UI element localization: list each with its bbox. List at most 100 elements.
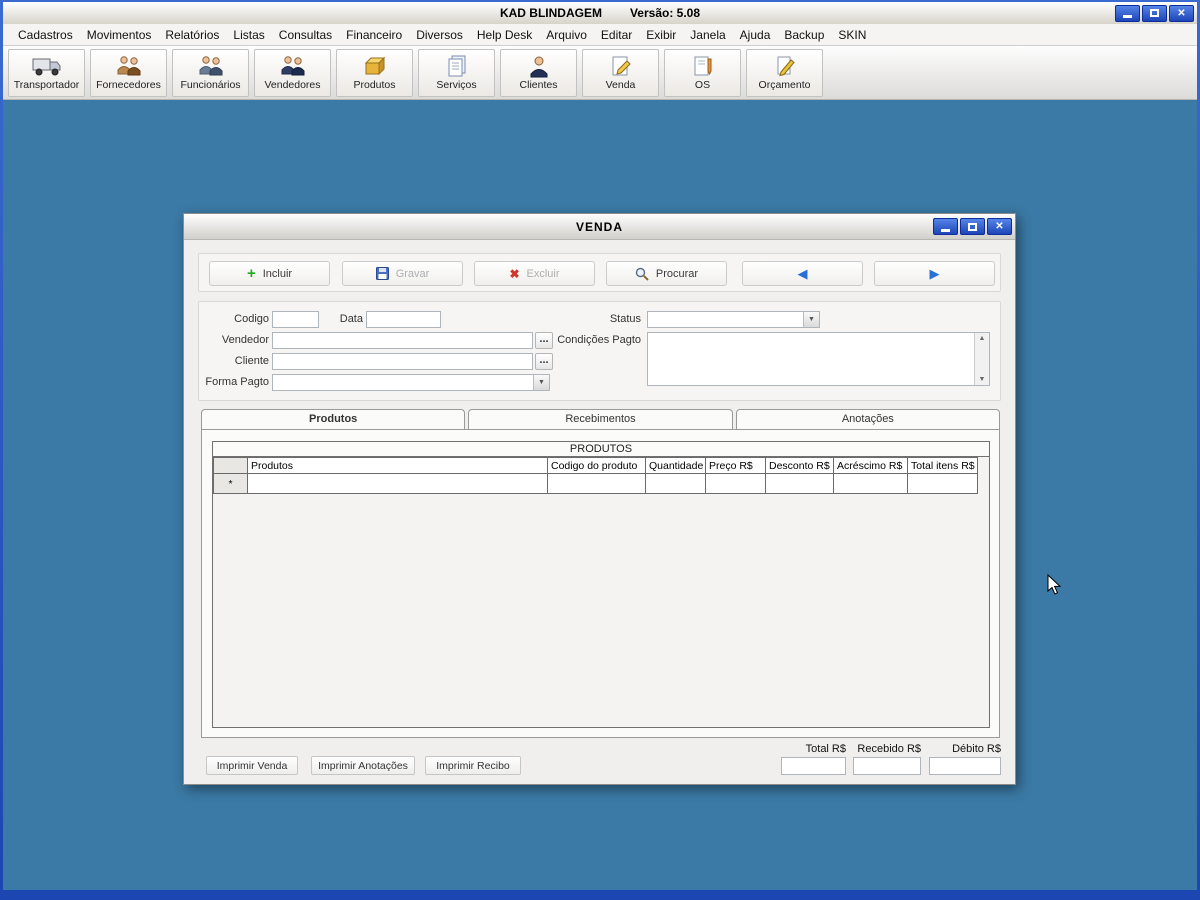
vendedor-label: Vendedor — [199, 334, 269, 346]
toolbar-button-servicos[interactable]: Serviços — [418, 49, 495, 97]
codigo-field[interactable] — [272, 311, 319, 328]
toolbar-button-os[interactable]: OS — [664, 49, 741, 97]
grid-cell[interactable] — [834, 474, 908, 494]
menu-item-helpdesk[interactable]: Help Desk — [470, 28, 539, 42]
chevron-down-icon[interactable]: ▼ — [533, 375, 549, 390]
arrow-left-icon: ◀ — [798, 267, 808, 280]
menu-item-exibir[interactable]: Exibir — [639, 28, 683, 42]
mdi-desktop: VENDA ✕ + Incluir — [3, 100, 1197, 890]
toolbar-button-funcionarios[interactable]: Funcionários — [172, 49, 249, 97]
toolbar-button-venda[interactable]: Venda — [582, 49, 659, 97]
toolbar-button-transportador[interactable]: Transportador — [8, 49, 85, 97]
status-label: Status — [539, 313, 641, 325]
scroll-up-icon[interactable]: ▲ — [979, 335, 986, 342]
tab-recebimentos[interactable]: Recebimentos — [468, 409, 732, 430]
grid-new-row[interactable]: * — [214, 474, 978, 494]
cliente-field[interactable] — [272, 353, 533, 370]
status-combobox[interactable]: ▼ — [647, 311, 820, 328]
total-field[interactable] — [781, 757, 846, 775]
procurar-label: Procurar — [656, 268, 698, 280]
toolbar-button-fornecedores[interactable]: Fornecedores — [90, 49, 167, 97]
toolbar-label: Vendedores — [264, 79, 320, 91]
incluir-button[interactable]: + Incluir — [209, 261, 330, 286]
venda-maximize-button[interactable] — [960, 218, 985, 235]
toolbar-button-orcamento[interactable]: Orçamento — [746, 49, 823, 97]
memo-scrollbar[interactable]: ▲ ▼ — [974, 333, 989, 385]
column-header-acrescimo: Acréscimo R$ — [834, 458, 908, 474]
produtos-grid: Produtos Codigo do produto Quantidade Pr… — [213, 457, 978, 494]
next-record-button[interactable]: ▶ — [874, 261, 995, 286]
column-header-codigo-produto: Codigo do produto — [548, 458, 646, 474]
scroll-down-icon[interactable]: ▼ — [979, 376, 986, 383]
toolbar-button-clientes[interactable]: Clientes — [500, 49, 577, 97]
toolbar-button-produtos[interactable]: Produtos — [336, 49, 413, 97]
venda-tabstrip: Produtos Recebimentos Anotações — [201, 409, 1000, 430]
maximize-button[interactable] — [1142, 5, 1167, 22]
menu-item-listas[interactable]: Listas — [226, 28, 271, 42]
menu-item-consultas[interactable]: Consultas — [272, 28, 339, 42]
menu-item-diversos[interactable]: Diversos — [409, 28, 470, 42]
grid-cell[interactable] — [548, 474, 646, 494]
toolbar-label: OS — [695, 79, 710, 91]
vendedor-field[interactable] — [272, 332, 533, 349]
debito-field[interactable] — [929, 757, 1001, 775]
column-header-total-itens: Total itens R$ — [908, 458, 978, 474]
venda-close-button[interactable]: ✕ — [987, 218, 1012, 235]
tab-produtos[interactable]: Produtos — [201, 409, 465, 430]
grid-cell[interactable] — [706, 474, 766, 494]
toolbar-label: Orçamento — [759, 79, 811, 91]
menu-item-relatorios[interactable]: Relatórios — [158, 28, 226, 42]
main-window-title: KAD BLINDAGEMVersão: 5.08 — [3, 6, 1197, 20]
column-header-quantidade: Quantidade — [646, 458, 706, 474]
menu-item-editar[interactable]: Editar — [594, 28, 639, 42]
data-field[interactable] — [366, 311, 441, 328]
chevron-down-icon[interactable]: ▼ — [803, 312, 819, 327]
imprimir-venda-button[interactable]: Imprimir Venda — [206, 756, 298, 775]
menu-item-financeiro[interactable]: Financeiro — [339, 28, 409, 42]
grid-cell[interactable] — [908, 474, 978, 494]
toolbar-label: Produtos — [353, 79, 395, 91]
menu-item-janela[interactable]: Janela — [683, 28, 732, 42]
menu-item-ajuda[interactable]: Ajuda — [733, 28, 778, 42]
minimize-icon — [941, 229, 950, 232]
cliente-label: Cliente — [199, 355, 269, 367]
grid-cell[interactable] — [646, 474, 706, 494]
grid-cell[interactable] — [766, 474, 834, 494]
close-button[interactable]: ✕ — [1169, 5, 1194, 22]
venda-titlebar[interactable]: VENDA ✕ — [184, 214, 1015, 240]
delete-x-icon: ✖ — [509, 268, 519, 280]
excluir-button[interactable]: ✖ Excluir — [474, 261, 595, 286]
venda-window-title: VENDA — [184, 220, 1015, 234]
venda-minimize-button[interactable] — [933, 218, 958, 235]
condicoes-pagto-memo[interactable]: ▲ ▼ — [647, 332, 990, 386]
mouse-cursor — [1047, 574, 1061, 595]
forma-pagto-combobox[interactable]: ▼ — [272, 374, 550, 391]
menu-item-arquivo[interactable]: Arquivo — [539, 28, 594, 42]
save-floppy-icon — [376, 267, 389, 280]
imprimir-recibo-button[interactable]: Imprimir Recibo — [425, 756, 521, 775]
previous-record-button[interactable]: ◀ — [742, 261, 863, 286]
grid-cell[interactable] — [248, 474, 548, 494]
menu-item-skin[interactable]: SKIN — [831, 28, 873, 42]
tab-anotacoes[interactable]: Anotações — [736, 409, 1000, 430]
maximize-icon — [1150, 9, 1159, 17]
menu-item-cadastros[interactable]: Cadastros — [11, 28, 80, 42]
imprimir-anotacoes-button[interactable]: Imprimir Anotações — [311, 756, 415, 775]
main-window: KAD BLINDAGEMVersão: 5.08 ✕ Cadastros Mo… — [0, 0, 1200, 900]
toolbar-label: Transportador — [14, 79, 80, 91]
menu-item-backup[interactable]: Backup — [777, 28, 831, 42]
gravar-label: Gravar — [396, 268, 430, 280]
minimize-button[interactable] — [1115, 5, 1140, 22]
recebido-field[interactable] — [853, 757, 921, 775]
box-icon — [362, 54, 388, 78]
status-value — [648, 312, 803, 327]
truck-icon — [32, 54, 62, 78]
menu-item-movimentos[interactable]: Movimentos — [80, 28, 159, 42]
toolbar-label: Serviços — [436, 79, 476, 91]
tab-content-produtos: PRODUTOS Produtos Codigo do produto — [201, 429, 1000, 738]
toolbar-button-vendedores[interactable]: Vendedores — [254, 49, 331, 97]
procurar-button[interactable]: Procurar — [606, 261, 727, 286]
actions-panel: + Incluir Gravar ✖ — [198, 253, 1001, 292]
cliente-lookup-button[interactable]: ... — [535, 353, 553, 370]
gravar-button[interactable]: Gravar — [342, 261, 463, 286]
